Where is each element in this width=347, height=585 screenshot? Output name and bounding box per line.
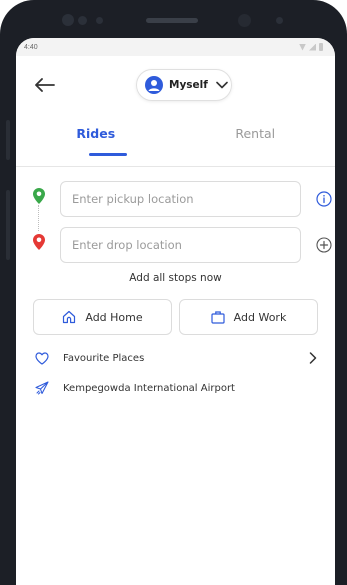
info-icon[interactable] bbox=[316, 191, 332, 207]
add-home-button[interactable]: Add Home bbox=[33, 299, 172, 335]
add-home-label: Add Home bbox=[85, 310, 143, 324]
sensor-icon bbox=[96, 17, 103, 24]
list-item-label: Favourite Places bbox=[63, 352, 145, 364]
drop-location-input[interactable]: Enter drop location bbox=[60, 227, 301, 263]
user-icon bbox=[148, 80, 160, 91]
airplane-icon bbox=[34, 380, 50, 396]
phone-top-bezel bbox=[0, 0, 347, 40]
sensor-icon bbox=[78, 16, 87, 25]
earpiece-speaker bbox=[146, 18, 198, 23]
heart-icon bbox=[34, 350, 50, 366]
route-connector bbox=[38, 205, 39, 231]
pickup-pin-icon bbox=[33, 188, 45, 204]
chevron-right-icon bbox=[309, 352, 317, 364]
chevron-down-icon bbox=[216, 81, 228, 89]
phone-frame: 4:40 Myself Rides Rental Enter pickup lo… bbox=[0, 0, 347, 585]
saved-places-list: Favourite Places Kempegowda Internationa… bbox=[16, 343, 335, 403]
wifi-icon bbox=[299, 43, 306, 51]
quick-actions: Add Home Add Work bbox=[16, 299, 335, 335]
drop-pin-icon bbox=[33, 234, 45, 250]
active-tab-indicator bbox=[89, 153, 127, 156]
location-inputs: Enter pickup location Enter drop locatio… bbox=[16, 167, 335, 289]
front-camera-icon bbox=[62, 14, 74, 26]
profile-label: Myself bbox=[169, 79, 208, 91]
profile-selector[interactable]: Myself bbox=[136, 69, 232, 101]
pickup-location-input[interactable]: Enter pickup location bbox=[60, 181, 301, 217]
header: Myself bbox=[16, 56, 335, 116]
app-screen: 4:40 Myself Rides Rental Enter pickup lo… bbox=[16, 38, 335, 585]
battery-icon bbox=[319, 43, 323, 51]
add-all-stops-link[interactable]: Add all stops now bbox=[16, 272, 335, 284]
status-time: 4:40 bbox=[24, 43, 38, 51]
volume-down-button bbox=[6, 190, 10, 260]
add-work-button[interactable]: Add Work bbox=[179, 299, 318, 335]
volume-up-button bbox=[6, 120, 10, 160]
status-bar: 4:40 bbox=[16, 38, 335, 56]
signal-icon bbox=[309, 43, 316, 51]
sensor-icon bbox=[276, 17, 283, 24]
avatar bbox=[145, 76, 163, 94]
briefcase-icon bbox=[211, 311, 225, 324]
list-item-airport[interactable]: Kempegowda International Airport bbox=[16, 373, 335, 403]
tab-rental[interactable]: Rental bbox=[176, 116, 336, 154]
add-stop-icon[interactable] bbox=[316, 237, 332, 253]
ride-type-tabs: Rides Rental bbox=[16, 116, 336, 156]
camera-lens-icon bbox=[238, 14, 251, 27]
home-icon bbox=[63, 310, 76, 324]
back-button[interactable] bbox=[34, 75, 56, 95]
list-item-favourite-places[interactable]: Favourite Places bbox=[16, 343, 335, 373]
arrow-left-icon bbox=[35, 78, 55, 92]
list-item-label: Kempegowda International Airport bbox=[63, 382, 235, 394]
status-icons bbox=[299, 43, 323, 51]
add-work-label: Add Work bbox=[233, 310, 287, 324]
tab-rides[interactable]: Rides bbox=[16, 116, 176, 154]
